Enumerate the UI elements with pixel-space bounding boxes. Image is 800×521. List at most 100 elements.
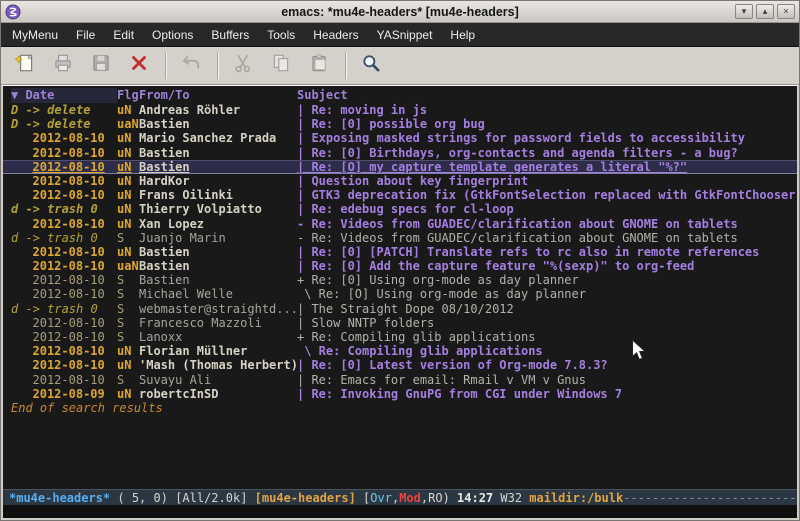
menu-tools[interactable]: Tools <box>258 24 304 46</box>
maximize-button[interactable]: ▴ <box>756 4 774 19</box>
message-row[interactable]: 2012-08-10uN'Mash (Thomas Herbert)| Re: … <box>3 358 797 372</box>
message-date-or-mark: 2012-08-10 <box>11 245 117 259</box>
message-row[interactable]: 2012-08-10SMichael Welle \ Re: [O] Using… <box>3 287 797 301</box>
message-row[interactable]: d -> trash 0uNThierry Volpiatto| Re: ede… <box>3 202 797 216</box>
message-from: Lanoxx <box>139 330 297 344</box>
mode-line-segment: maildir:/bulk <box>529 491 623 505</box>
message-subject: | The Straight Dope 08/10/2012 <box>297 302 797 316</box>
message-row[interactable]: 2012-08-10SSuvayu Ali| Re: Emacs for ema… <box>3 373 797 387</box>
message-flags: S <box>117 231 139 245</box>
minimize-button[interactable]: ▾ <box>735 4 753 19</box>
message-flags: uN <box>117 344 139 358</box>
menu-yasnippet[interactable]: YASnippet <box>368 24 442 46</box>
toolbar-separator <box>165 53 167 79</box>
message-date-or-mark: 2012-08-10 <box>11 146 117 160</box>
message-date-or-mark: 2012-08-10 <box>11 259 117 273</box>
message-flags: uN <box>117 202 139 216</box>
message-flags: uN <box>117 188 139 202</box>
message-date-or-mark: 2012-08-10 <box>11 330 117 344</box>
message-subject: - Re: Videos from GUADEC/clarification a… <box>297 217 797 231</box>
print-button[interactable] <box>47 51 79 81</box>
print-icon <box>52 52 74 79</box>
menu-options[interactable]: Options <box>143 24 202 46</box>
message-from: Bastien <box>139 245 297 259</box>
message-flags: S <box>117 373 139 387</box>
message-row[interactable]: 2012-08-10uNBastien| Re: [O] my capture … <box>3 160 797 174</box>
message-subject: \ Re: Compiling glib applications <box>297 344 797 358</box>
toolbar-separator <box>217 53 219 79</box>
message-row[interactable]: 2012-08-10SFrancesco Mazzoli| Slow NNTP … <box>3 316 797 330</box>
message-from: Juanjo Marin <box>139 231 297 245</box>
paste-button[interactable] <box>303 51 335 81</box>
undo-button[interactable] <box>175 51 207 81</box>
column-header-flags[interactable]: Flgs <box>117 88 139 103</box>
menu-file[interactable]: File <box>67 24 104 46</box>
message-date-or-mark: 2012-08-10 <box>11 217 117 231</box>
emacs-window: emacs: *mu4e-headers* [mu4e-headers] ▾▴×… <box>0 0 800 521</box>
message-row[interactable]: D -> deleteuaNBastien| Re: [0] possible … <box>3 117 797 131</box>
message-row[interactable]: D -> deleteuNAndreas Röhler| Re: moving … <box>3 103 797 117</box>
message-flags: uN <box>117 358 139 372</box>
close-buffer-button[interactable] <box>123 51 155 81</box>
message-row[interactable]: 2012-08-10uNFlorian Müllner \ Re: Compil… <box>3 344 797 358</box>
message-row[interactable]: 2012-08-10uNBastien| Re: [0] [PATCH] Tra… <box>3 245 797 259</box>
message-subject: | Re: moving in js <box>297 103 797 117</box>
message-flags: S <box>117 287 139 301</box>
message-from: Francesco Mazzoli <box>139 316 297 330</box>
message-row[interactable]: 2012-08-10SLanoxx+ Re: Compiling glib ap… <box>3 330 797 344</box>
message-from: Michael Welle <box>139 287 297 301</box>
search-button[interactable] <box>355 51 387 81</box>
message-subject: + Re: Compiling glib applications <box>297 330 797 344</box>
message-row[interactable]: 2012-08-10uNBastien| Re: [0] Birthdays, … <box>3 146 797 160</box>
message-row[interactable]: d -> trash 0Swebmaster@straightd...| The… <box>3 302 797 316</box>
emacs-frame: ▼ Date Flgs From/To Subject D -> deleteu… <box>1 85 799 520</box>
message-subject: | Slow NNTP folders <box>297 316 797 330</box>
copy-button[interactable] <box>265 51 297 81</box>
message-subject: | Re: [0] Latest version of Org-mode 7.8… <box>297 358 797 372</box>
message-row[interactable]: d -> trash 0SJuanjo Marin- Re: Videos fr… <box>3 231 797 245</box>
message-row[interactable]: 2012-08-10uNMario Sanchez Prada| Exposin… <box>3 131 797 145</box>
search-icon <box>360 52 382 79</box>
column-header-from[interactable]: From/To <box>139 88 297 103</box>
message-flags: uN <box>117 217 139 231</box>
message-subject: | Re: [0] [PATCH] Translate refs to rc a… <box>297 245 797 259</box>
menu-help[interactable]: Help <box>441 24 484 46</box>
save-button[interactable] <box>85 51 117 81</box>
message-subject: | Re: edebug specs for cl-loop <box>297 202 797 216</box>
close-buffer-icon <box>128 52 150 79</box>
undo-icon <box>180 52 202 79</box>
message-row[interactable]: 2012-08-10SBastien+ Re: [0] Using org-mo… <box>3 273 797 287</box>
emacs-icon[interactable] <box>5 4 21 20</box>
mode-line-segment: Ovr <box>370 491 392 505</box>
message-row[interactable]: 2012-08-09uNrobertcInSD| Re: Invoking Gn… <box>3 387 797 401</box>
message-subject: | Re: [0] possible org bug <box>297 117 797 131</box>
mode-line-segment: ,RO) <box>421 491 457 505</box>
message-date-or-mark: 2012-08-10 <box>11 287 117 301</box>
column-header-date[interactable]: ▼ Date <box>11 88 117 103</box>
close-button[interactable]: × <box>777 4 795 19</box>
message-flags: S <box>117 273 139 287</box>
menu-headers[interactable]: Headers <box>304 24 367 46</box>
menu-buffers[interactable]: Buffers <box>202 24 258 46</box>
message-row[interactable]: 2012-08-10uNFrans Oilinki| GTK3 deprecat… <box>3 188 797 202</box>
message-row[interactable]: 2012-08-10uNXan Lopez- Re: Videos from G… <box>3 217 797 231</box>
message-date-or-mark: 2012-08-10 <box>11 358 117 372</box>
message-date-or-mark: D -> delete <box>11 117 117 131</box>
message-row[interactable]: 2012-08-10uaNBastien| Re: [0] Add the ca… <box>3 259 797 273</box>
cut-button[interactable] <box>227 51 259 81</box>
message-subject: | Re: [0] Birthdays, org-contacts and ag… <box>297 146 797 160</box>
menu-edit[interactable]: Edit <box>104 24 143 46</box>
message-flags: uN <box>117 245 139 259</box>
mode-line-segment: W32 <box>500 491 529 505</box>
message-row[interactable]: 2012-08-10uNHardKor| Question about key … <box>3 174 797 188</box>
echo-area[interactable] <box>3 505 797 518</box>
title-bar[interactable]: emacs: *mu4e-headers* [mu4e-headers] ▾▴× <box>1 1 799 23</box>
column-header-subject[interactable]: Subject <box>297 88 797 103</box>
message-from: Bastien <box>139 273 297 287</box>
message-subject: + Re: [0] Using org-mode as day planner <box>297 273 797 287</box>
new-file-button[interactable] <box>9 51 41 81</box>
new-file-icon <box>14 52 36 79</box>
menu-mymenu[interactable]: MyMenu <box>3 24 67 46</box>
mode-line-segment: [mu4e-headers] <box>255 491 363 505</box>
mode-line[interactable]: *mu4e-headers* ( 5, 0) [All/2.0k] [mu4e-… <box>3 489 797 505</box>
